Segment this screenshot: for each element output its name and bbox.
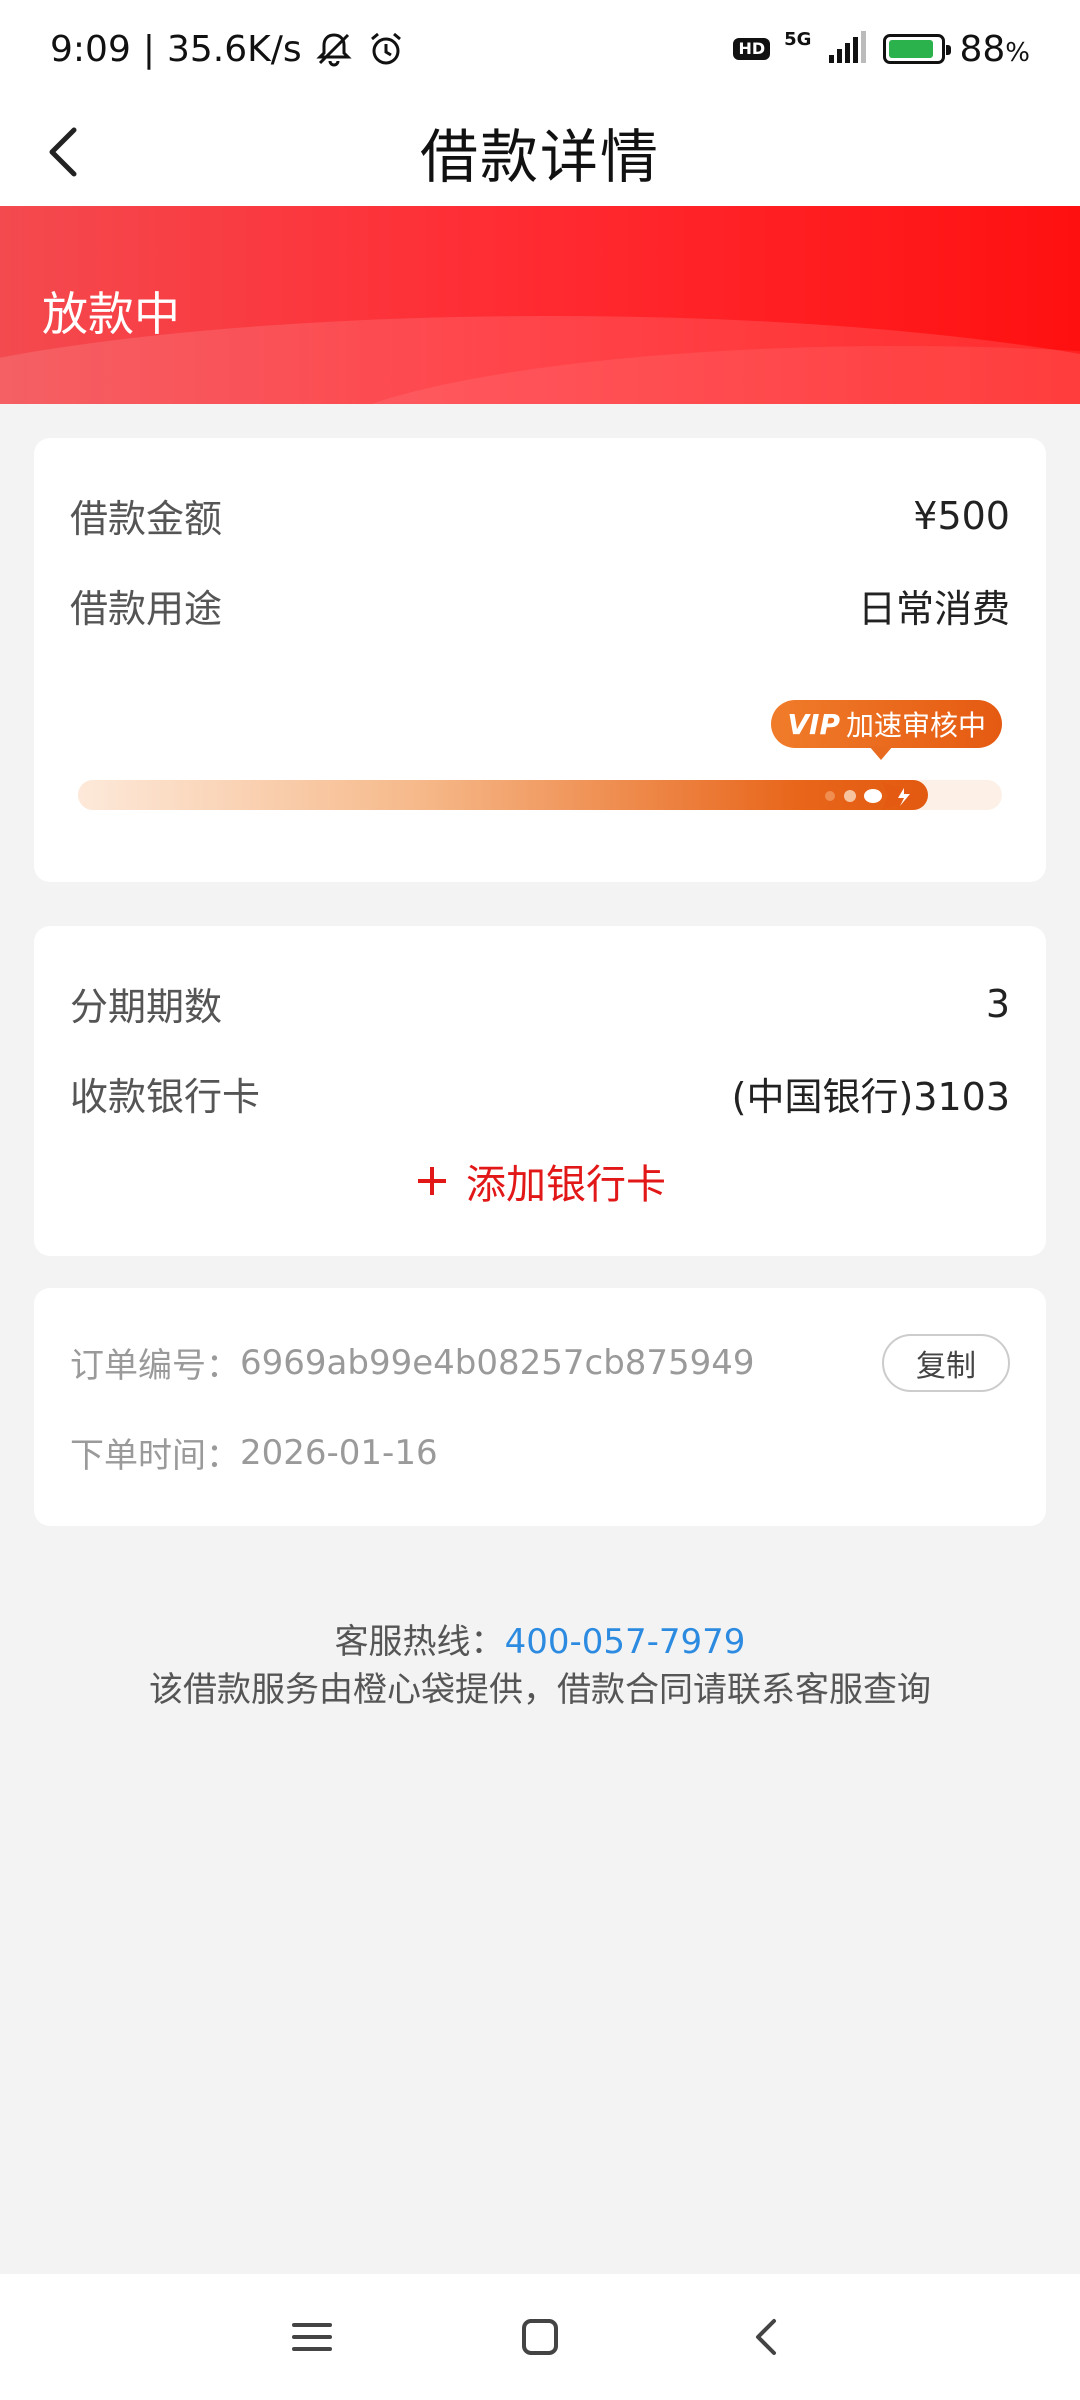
menu-icon[interactable] [288, 2313, 336, 2361]
network-type: 5G [784, 28, 812, 50]
bank-card-value: (中国银行)3103 [731, 1075, 1010, 1119]
order-number-row: 订单编号： 6969ab99e4b08257cb875949 [70, 1338, 856, 1387]
review-progress: VIP 加速审核中 [78, 700, 1002, 830]
bank-card-label: 收款银行卡 [70, 1075, 261, 1119]
order-time-value: 2026-01-16 [240, 1432, 438, 1473]
loan-purpose-label: 借款用途 [70, 587, 223, 631]
loan-info-card: 借款金额 ¥500 借款用途 日常消费 VIP 加速审核中 [34, 438, 1046, 882]
loan-detail-page: 9:09 | 35.6K/s HD 5G 88% 借款详情 放款中 借款金额 ¥… [0, 0, 1080, 2400]
status-bar: 9:09 | 35.6K/s HD 5G 88% [0, 0, 1080, 98]
status-net-speed: 35.6K/s [166, 28, 302, 70]
back-icon[interactable] [744, 2313, 792, 2361]
hd-badge: HD [733, 38, 771, 60]
system-nav-bar [0, 2274, 1080, 2400]
hotline-label: 客服热线： [334, 1622, 505, 1662]
bank-card-row: 收款银行卡 (中国银行)3103 [70, 1066, 1010, 1121]
loan-status-text: 放款中 [42, 287, 180, 341]
rocket-icon [825, 782, 922, 810]
vip-label: VIP [787, 707, 840, 741]
installment-periods-row: 分期期数 3 [70, 976, 1010, 1031]
status-separator: | [142, 28, 155, 70]
add-bank-card-button[interactable]: 添加银行卡 [34, 1152, 1046, 1210]
loan-amount-value: ¥500 [913, 493, 1010, 538]
progress-fill [78, 780, 928, 810]
status-time: 9:09 [50, 28, 131, 70]
status-right: HD 5G 88% [733, 29, 1030, 70]
order-time-label: 下单时间： [70, 1436, 240, 1476]
hotline-number-link[interactable]: 400-057-7979 [505, 1622, 746, 1662]
status-banner: 放款中 [0, 206, 1080, 404]
add-bank-card-label: 添加银行卡 [466, 1162, 666, 1208]
footer: 客服热线：400-057-7979 该借款服务由橙心袋提供，借款合同请联系客服查… [0, 1618, 1080, 1714]
copy-order-number-button[interactable]: 复制 [882, 1334, 1010, 1392]
back-arrow-icon[interactable] [34, 120, 98, 184]
order-number-label: 订单编号： [70, 1346, 240, 1386]
battery-icon [883, 34, 952, 64]
installment-card: 分期期数 3 收款银行卡 (中国银行)3103 添加银行卡 [34, 926, 1046, 1256]
vip-review-text: 加速审核中 [845, 709, 986, 742]
loan-amount-label: 借款金额 [70, 497, 223, 541]
battery-fill [889, 40, 934, 58]
installment-periods-label: 分期期数 [70, 985, 223, 1029]
status-left: 9:09 | 35.6K/s [50, 29, 406, 70]
plus-icon [418, 1167, 446, 1195]
signal-icon [829, 31, 867, 63]
loan-amount-row: 借款金额 ¥500 [70, 488, 1010, 543]
loan-purpose-value: 日常消费 [857, 587, 1010, 631]
hotline-line: 客服热线：400-057-7979 [0, 1618, 1080, 1666]
order-time-row: 下单时间： 2026-01-16 [70, 1428, 1010, 1477]
alarm-icon [370, 32, 401, 65]
service-notice: 该借款服务由橙心袋提供，借款合同请联系客服查询 [149, 1670, 931, 1710]
bell-off-icon [316, 33, 352, 67]
home-icon[interactable] [516, 2313, 564, 2361]
order-number-value: 6969ab99e4b08257cb875949 [240, 1342, 755, 1383]
loan-purpose-row: 借款用途 日常消费 [70, 578, 1010, 633]
battery-percent: 88% [959, 28, 1030, 70]
nav-bar: 借款详情 [0, 98, 1080, 206]
installment-periods-value: 3 [985, 981, 1010, 1026]
page-title: 借款详情 [419, 123, 660, 191]
order-info-card: 订单编号： 6969ab99e4b08257cb875949 复制 下单时间： … [34, 1288, 1046, 1526]
vip-review-tag: VIP 加速审核中 [771, 700, 1002, 760]
